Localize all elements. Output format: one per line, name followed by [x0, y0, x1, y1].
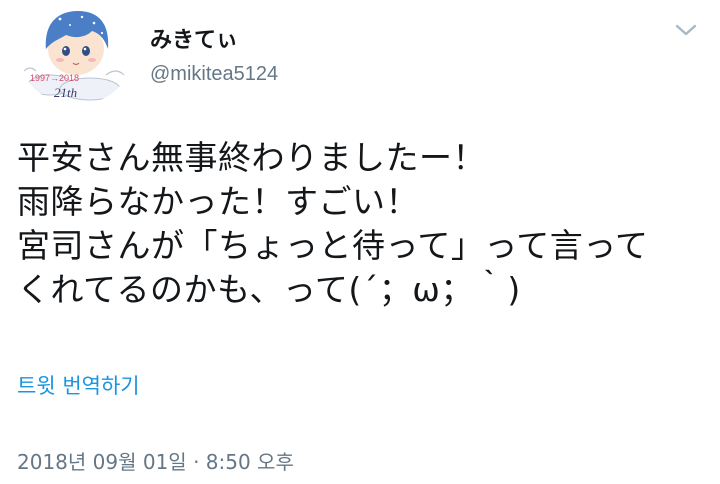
- tweet-text-line: 宮司さんが「ちょっと待って」って言って: [17, 226, 649, 265]
- display-name[interactable]: みきてぃ: [150, 27, 238, 55]
- chevron-down-icon: [675, 24, 697, 36]
- user-handle[interactable]: @mikitea5124: [150, 61, 278, 87]
- svg-text:21th: 21th: [54, 85, 77, 100]
- avatar-illustration: 1997→2018 21th: [23, 11, 125, 101]
- avatar[interactable]: 1997→2018 21th: [20, 5, 132, 105]
- tweet-timestamp[interactable]: 2018년 09월 01일 · 8:50 오후: [17, 449, 294, 475]
- tweet-text-line: 平安さん無事終わりましたー！: [17, 138, 486, 177]
- translate-tweet-link[interactable]: 트윗 번역하기: [17, 372, 140, 400]
- svg-text:1997→2018: 1997→2018: [30, 73, 79, 83]
- tweet-card: 1997→2018 21th みきてぃ @mikitea5124 平安さん無事終…: [0, 0, 720, 484]
- tweet-text-line: 雨降らなかった！すごい！: [17, 182, 419, 221]
- tweet-text-line: くれてるのかも、って(´；ω；｀): [17, 270, 521, 309]
- more-options-button[interactable]: [672, 16, 700, 44]
- tweet-text: 平安さん無事終わりましたー！ 雨降らなかった！すごい！ 宮司さんが「ちょっと待っ…: [17, 136, 707, 312]
